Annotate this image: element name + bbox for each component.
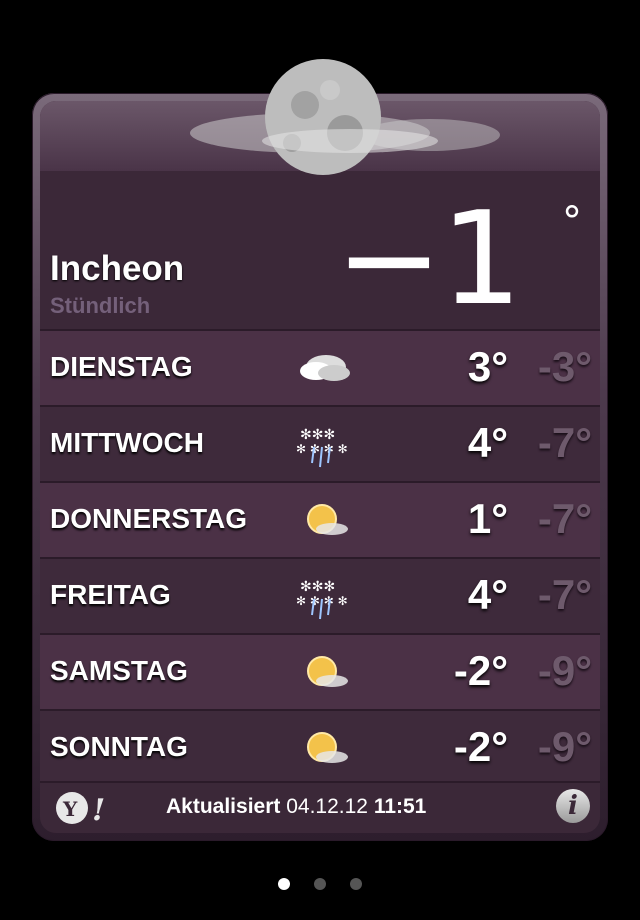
current-temperature-degree: ° [562, 199, 582, 245]
forecast-row: DIENSTAG 3° -3° [40, 329, 600, 405]
forecast-high: 3° [467, 343, 508, 390]
city-name: Incheon [50, 249, 185, 288]
forecast-low: -7° [537, 571, 592, 618]
forecast-high: -2° [453, 723, 508, 770]
page-dot[interactable] [314, 878, 326, 890]
forecast-high: 4° [467, 419, 508, 466]
forecast-row: SONNTAG -2° -9° [40, 709, 600, 785]
last-updated: Aktualisiert 04.12.12 11:51 [166, 795, 426, 819]
forecast-day: DONNERSTAG [50, 503, 248, 534]
svg-text:Y: Y [62, 797, 78, 821]
forecast-low: -7° [537, 419, 592, 466]
forecast-low: -9° [537, 647, 592, 694]
yahoo-logo-icon[interactable]: Y ! [52, 791, 108, 825]
forecast-high: -2° [453, 647, 508, 694]
svg-text:✻✻✻: ✻✻✻ [300, 579, 335, 595]
info-icon[interactable]: i [556, 789, 590, 823]
forecast-day: SAMSTAG [50, 655, 188, 686]
svg-text:!: ! [92, 793, 105, 825]
weather-app: Incheon Stündlich −1 ° DIENSTAG 3° -3° M… [0, 0, 640, 920]
sun-cloud-icon [307, 656, 348, 687]
weather-card[interactable]: Incheon Stündlich −1 ° DIENSTAG 3° -3° M… [32, 93, 608, 841]
forecast-high: 4° [467, 571, 508, 618]
cloudy-icon [300, 355, 350, 381]
forecast-low: -9° [537, 723, 592, 770]
forecast-low: -7° [537, 495, 592, 542]
weather-card-inner: Incheon Stündlich −1 ° DIENSTAG 3° -3° M… [40, 101, 600, 833]
sun-cloud-icon [307, 504, 348, 535]
card-footer: Y ! Aktualisiert 04.12.12 11:51 i [40, 781, 600, 833]
updated-label: Aktualisiert [166, 795, 281, 818]
forecast-day: SONNTAG [50, 731, 188, 762]
forecast-day: FREITAG [50, 579, 171, 610]
forecast-row: DONNERSTAG 1° -7° [40, 481, 600, 557]
forecast-low: -3° [537, 343, 592, 390]
page-dot[interactable] [350, 878, 363, 890]
forecast-list: DIENSTAG 3° -3° MITTWOCH ✻✻✻ ✻ ✻ ✻ ✻ [40, 329, 600, 785]
forecast-row: FREITAG ✻✻✻ ✻ ✻ ✻ ✻ 4° -7° [40, 557, 600, 633]
forecast-row: MITTWOCH ✻✻✻ ✻ ✻ ✻ ✻ 4° -7° [40, 405, 600, 481]
updated-time: 11:51 [373, 795, 427, 818]
snow-rain-icon: ✻✻✻ ✻ ✻ ✻ ✻ [296, 427, 348, 468]
forecast-day: MITTWOCH [50, 427, 204, 458]
forecast-high: 1° [467, 495, 508, 542]
page-dot-active[interactable] [277, 878, 290, 890]
snow-rain-icon: ✻✻✻ ✻ ✻ ✻ ✻ [296, 579, 348, 620]
moon-cloud-icon [190, 59, 500, 175]
current-temperature: −1 [335, 185, 522, 334]
sun-cloud-icon [307, 732, 348, 763]
updated-date: 04.12.12 [286, 795, 368, 818]
forecast-row: SAMSTAG -2° -9° [40, 633, 600, 709]
svg-text:✻✻✻: ✻✻✻ [300, 427, 335, 443]
hourly-link[interactable]: Stündlich [50, 293, 150, 319]
page-indicator[interactable] [0, 877, 640, 895]
forecast-day: DIENSTAG [50, 351, 193, 382]
